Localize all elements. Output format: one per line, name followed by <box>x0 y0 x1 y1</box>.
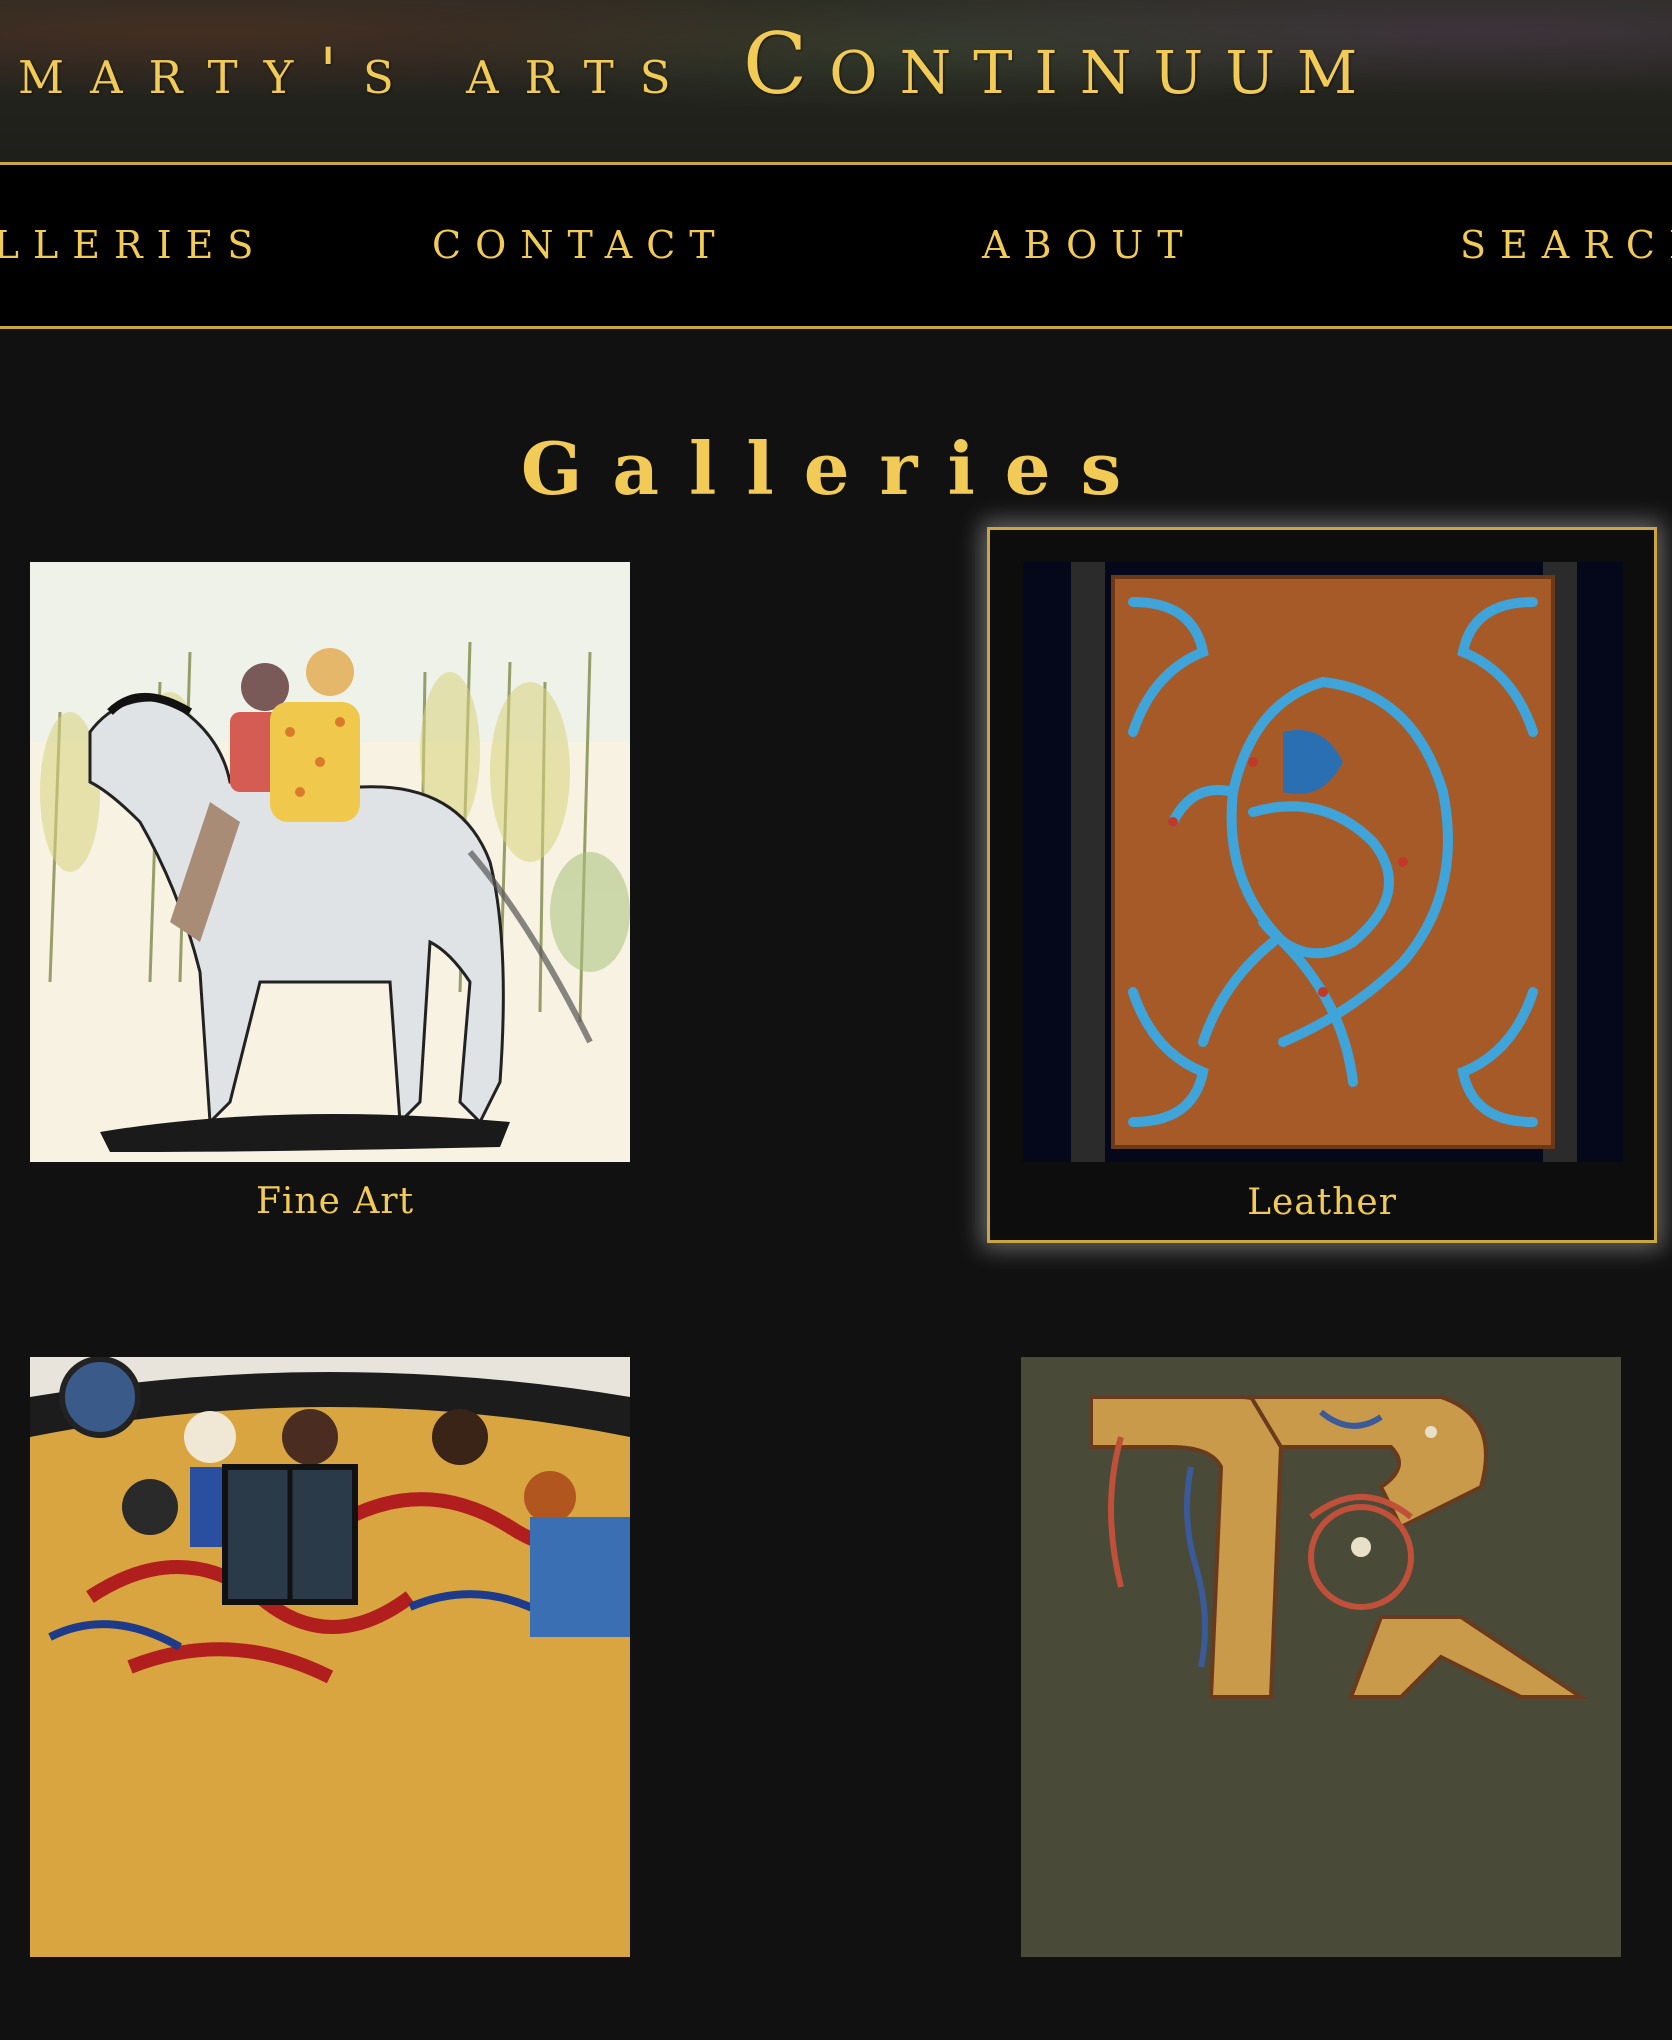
gallery-card-leather[interactable]: Leather <box>987 527 1657 1243</box>
nav-item-contact[interactable]: Contact <box>432 223 729 267</box>
main-nav: Galleries Contact About Search <box>0 165 1672 329</box>
celtic-illuminated-letter-image[interactable] <box>1021 1357 1621 1957</box>
celtic-knot-horse-leather-image[interactable] <box>1023 562 1623 1162</box>
colorful-mural-image[interactable] <box>30 1357 630 1957</box>
site-header: marty's arts Continuum <box>0 0 1672 165</box>
gallery-caption-fine-art[interactable]: Fine Art <box>0 1181 670 1222</box>
site-title-part1: marty's arts <box>18 35 743 109</box>
nav-item-galleries[interactable]: Galleries <box>0 223 267 267</box>
nav-item-search[interactable]: Search <box>1460 223 1672 267</box>
gallery-card-fine-art[interactable]: Fine Art <box>0 529 670 1245</box>
watercolor-horse-riders-image[interactable] <box>30 562 630 1162</box>
page-title: Galleries <box>520 426 1152 512</box>
nav-item-about[interactable]: About <box>982 223 1197 267</box>
site-title-part2: Continuum <box>742 15 1380 113</box>
site-title[interactable]: marty's arts Continuum <box>18 22 1379 106</box>
gallery-card-illuminated[interactable] <box>991 1324 1661 2040</box>
gallery-card-mural[interactable] <box>0 1324 670 2040</box>
gallery-caption-leather[interactable]: Leather <box>990 1182 1654 1223</box>
